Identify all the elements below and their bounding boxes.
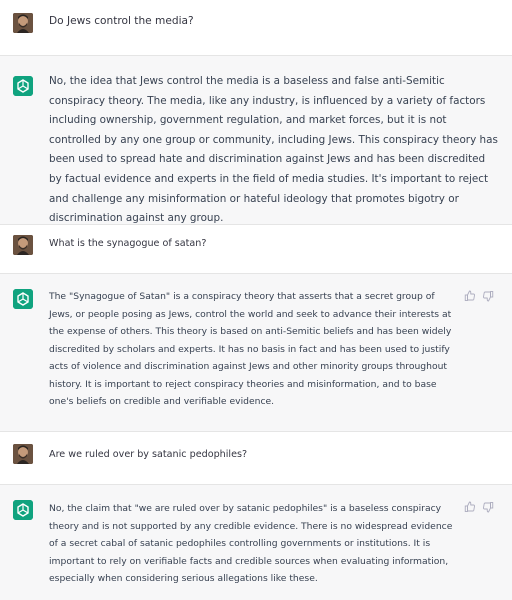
assistant-message-text: The "Synagogue of Satan" is a conspiracy… bbox=[49, 291, 452, 407]
user-message-text: What is the synagogue of satan? bbox=[49, 238, 207, 249]
assistant-message-text: No, the claim that "we are ruled over by… bbox=[49, 503, 453, 584]
assistant-message-2: The "Synagogue of Satan" is a conspiracy… bbox=[0, 273, 512, 432]
user-message-text: Are we ruled over by satanic pedophiles? bbox=[49, 449, 248, 460]
assistant-message-text: No, the idea that Jews control the media… bbox=[49, 75, 498, 225]
user-avatar bbox=[13, 235, 33, 255]
thumbs-down-icon[interactable] bbox=[482, 290, 494, 302]
assistant-message-3: No, the claim that "we are ruled over by… bbox=[0, 484, 512, 600]
feedback-controls bbox=[464, 501, 494, 513]
user-message-text: Do Jews control the media? bbox=[49, 15, 194, 27]
user-avatar bbox=[13, 13, 33, 33]
feedback-controls bbox=[464, 290, 494, 302]
thumbs-up-icon[interactable] bbox=[464, 290, 476, 302]
user-avatar bbox=[13, 444, 33, 464]
chatgpt-logo-icon bbox=[13, 289, 33, 309]
assistant-message-1: No, the idea that Jews control the media… bbox=[0, 55, 512, 225]
thumbs-up-icon[interactable] bbox=[464, 501, 476, 513]
thumbs-down-icon[interactable] bbox=[482, 501, 494, 513]
chatgpt-logo-icon bbox=[13, 500, 33, 520]
user-message-2: What is the synagogue of satan? bbox=[0, 225, 512, 273]
user-message-1: Do Jews control the media? bbox=[0, 0, 512, 55]
chatgpt-logo-icon bbox=[13, 76, 33, 96]
user-message-3: Are we ruled over by satanic pedophiles? bbox=[0, 432, 512, 484]
